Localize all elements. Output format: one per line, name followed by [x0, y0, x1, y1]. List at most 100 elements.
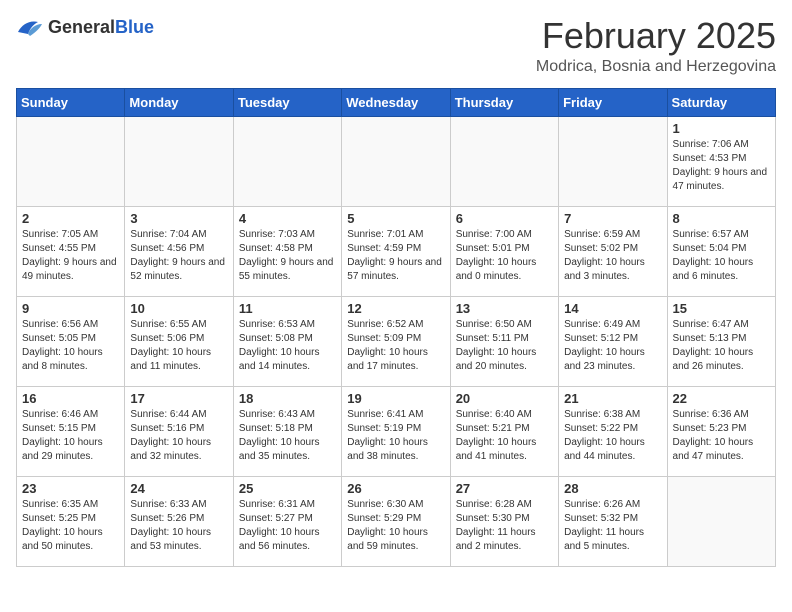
logo-bird-icon: [16, 16, 44, 38]
day-info: Sunrise: 7:06 AM Sunset: 4:53 PM Dayligh…: [673, 138, 770, 194]
day-number: 27: [456, 481, 553, 496]
day-info: Sunrise: 6:31 AM Sunset: 5:27 PM Dayligh…: [239, 498, 336, 554]
logo: GeneralBlue: [16, 16, 154, 38]
calendar-day-cell: [667, 476, 775, 566]
calendar-day-cell: 17Sunrise: 6:44 AM Sunset: 5:16 PM Dayli…: [125, 386, 233, 476]
calendar-day-cell: 10 Sunrise: 6:55 AM Sunset: 5:06 PM Dayli…: [125, 296, 233, 386]
day-number: 8: [673, 211, 770, 226]
day-info: Sunrise: 6:35 AM Sunset: 5:25 PM Dayligh…: [22, 498, 119, 554]
calendar-day-cell: 15 Sunrise: 6:47 AM Sunset: 5:13 PM Dayli…: [667, 296, 775, 386]
day-info: Sunrise: 6:26 AM Sunset: 5:32 PM Dayligh…: [564, 498, 661, 554]
day-number: 18: [239, 391, 336, 406]
calendar-day-cell: 3 Sunrise: 7:04 AM Sunset: 4:56 PM Daylig…: [125, 206, 233, 296]
day-info: Sunrise: 6:28 AM Sunset: 5:30 PM Dayligh…: [456, 498, 553, 554]
day-info: Sunrise: 6:38 AM Sunset: 5:22 PM Dayligh…: [564, 408, 661, 464]
page-header: GeneralBlue February 2025 Modrica, Bosni…: [16, 16, 776, 76]
day-info: Sunrise: 6:43 AM Sunset: 5:18 PM Dayligh…: [239, 408, 336, 464]
day-info: Sunrise: 6:33 AM Sunset: 5:26 PM Dayligh…: [130, 498, 227, 554]
day-info: Sunrise: 6:36 AM Sunset: 5:23 PM Dayligh…: [673, 408, 770, 464]
calendar-day-cell: 1 Sunrise: 7:06 AM Sunset: 4:53 PM Daylig…: [667, 116, 775, 206]
calendar-day-cell: [125, 116, 233, 206]
calendar-day-cell: 9 Sunrise: 6:56 AM Sunset: 5:05 PM Daylig…: [17, 296, 125, 386]
day-number: 23: [22, 481, 119, 496]
day-info: Sunrise: 6:40 AM Sunset: 5:21 PM Dayligh…: [456, 408, 553, 464]
calendar-day-cell: 18 Sunrise: 6:43 AM Sunset: 5:18 PM Dayli…: [233, 386, 341, 476]
day-info: Sunrise: 6:30 AM Sunset: 5:29 PM Dayligh…: [347, 498, 444, 554]
day-info: Sunrise: 6:44 AM Sunset: 5:16 PM Dayligh…: [130, 408, 227, 464]
logo-text: GeneralBlue: [48, 17, 154, 38]
weekday-header-wednesday: Wednesday: [342, 88, 450, 116]
day-info: Sunrise: 7:01 AM Sunset: 4:59 PM Dayligh…: [347, 228, 444, 284]
day-number: 10: [130, 301, 227, 316]
day-number: 12: [347, 301, 444, 316]
calendar-day-cell: 6Sunrise: 7:00 AM Sunset: 5:01 PM Daylig…: [450, 206, 558, 296]
title-block: February 2025 Modrica, Bosnia and Herzeg…: [536, 16, 776, 76]
weekday-header-friday: Friday: [559, 88, 667, 116]
day-number: 16: [22, 391, 119, 406]
calendar-day-cell: 8 Sunrise: 6:57 AM Sunset: 5:04 PM Daylig…: [667, 206, 775, 296]
calendar-day-cell: 27 Sunrise: 6:28 AM Sunset: 5:30 PM Dayli…: [450, 476, 558, 566]
calendar-day-cell: 28 Sunrise: 6:26 AM Sunset: 5:32 PM Dayli…: [559, 476, 667, 566]
calendar-day-cell: 20Sunrise: 6:40 AM Sunset: 5:21 PM Dayli…: [450, 386, 558, 476]
day-number: 26: [347, 481, 444, 496]
calendar-day-cell: [559, 116, 667, 206]
day-info: Sunrise: 6:56 AM Sunset: 5:05 PM Dayligh…: [22, 318, 119, 374]
calendar-week-row: 1 Sunrise: 7:06 AM Sunset: 4:53 PM Daylig…: [17, 116, 776, 206]
day-info: Sunrise: 6:49 AM Sunset: 5:12 PM Dayligh…: [564, 318, 661, 374]
day-info: Sunrise: 6:52 AM Sunset: 5:09 PM Dayligh…: [347, 318, 444, 374]
day-number: 5: [347, 211, 444, 226]
calendar-day-cell: 5 Sunrise: 7:01 AM Sunset: 4:59 PM Daylig…: [342, 206, 450, 296]
calendar-header-row: SundayMondayTuesdayWednesdayThursdayFrid…: [17, 88, 776, 116]
calendar-day-cell: 16 Sunrise: 6:46 AM Sunset: 5:15 PM Dayli…: [17, 386, 125, 476]
day-info: Sunrise: 6:57 AM Sunset: 5:04 PM Dayligh…: [673, 228, 770, 284]
calendar-week-row: 16 Sunrise: 6:46 AM Sunset: 5:15 PM Dayli…: [17, 386, 776, 476]
calendar-day-cell: 14 Sunrise: 6:49 AM Sunset: 5:12 PM Dayli…: [559, 296, 667, 386]
weekday-header-monday: Monday: [125, 88, 233, 116]
calendar-day-cell: 2Sunrise: 7:05 AM Sunset: 4:55 PM Daylig…: [17, 206, 125, 296]
day-number: 24: [130, 481, 227, 496]
calendar-week-row: 9 Sunrise: 6:56 AM Sunset: 5:05 PM Daylig…: [17, 296, 776, 386]
day-info: Sunrise: 6:41 AM Sunset: 5:19 PM Dayligh…: [347, 408, 444, 464]
weekday-header-tuesday: Tuesday: [233, 88, 341, 116]
calendar-day-cell: 25 Sunrise: 6:31 AM Sunset: 5:27 PM Dayli…: [233, 476, 341, 566]
calendar-day-cell: 7Sunrise: 6:59 AM Sunset: 5:02 PM Daylig…: [559, 206, 667, 296]
day-info: Sunrise: 6:55 AM Sunset: 5:06 PM Dayligh…: [130, 318, 227, 374]
day-info: Sunrise: 6:47 AM Sunset: 5:13 PM Dayligh…: [673, 318, 770, 374]
logo-blue: Blue: [115, 17, 154, 37]
day-number: 7: [564, 211, 661, 226]
calendar-day-cell: 24 Sunrise: 6:33 AM Sunset: 5:26 PM Dayli…: [125, 476, 233, 566]
day-info: Sunrise: 7:03 AM Sunset: 4:58 PM Dayligh…: [239, 228, 336, 284]
calendar-day-cell: 11 Sunrise: 6:53 AM Sunset: 5:08 PM Dayli…: [233, 296, 341, 386]
day-info: Sunrise: 7:00 AM Sunset: 5:01 PM Dayligh…: [456, 228, 553, 284]
day-number: 14: [564, 301, 661, 316]
calendar-week-row: 23 Sunrise: 6:35 AM Sunset: 5:25 PM Dayli…: [17, 476, 776, 566]
calendar-day-cell: [450, 116, 558, 206]
calendar-day-cell: 13Sunrise: 6:50 AM Sunset: 5:11 PM Dayli…: [450, 296, 558, 386]
day-number: 2: [22, 211, 119, 226]
calendar-week-row: 2Sunrise: 7:05 AM Sunset: 4:55 PM Daylig…: [17, 206, 776, 296]
calendar-day-cell: 26 Sunrise: 6:30 AM Sunset: 5:29 PM Dayli…: [342, 476, 450, 566]
day-number: 28: [564, 481, 661, 496]
day-info: Sunrise: 6:46 AM Sunset: 5:15 PM Dayligh…: [22, 408, 119, 464]
day-number: 25: [239, 481, 336, 496]
calendar-day-cell: 19Sunrise: 6:41 AM Sunset: 5:19 PM Dayli…: [342, 386, 450, 476]
weekday-header-thursday: Thursday: [450, 88, 558, 116]
weekday-header-saturday: Saturday: [667, 88, 775, 116]
calendar-day-cell: [342, 116, 450, 206]
location-subtitle: Modrica, Bosnia and Herzegovina: [536, 58, 776, 76]
day-number: 9: [22, 301, 119, 316]
logo-general: General: [48, 17, 115, 37]
calendar-day-cell: 23 Sunrise: 6:35 AM Sunset: 5:25 PM Dayli…: [17, 476, 125, 566]
calendar-table: SundayMondayTuesdayWednesdayThursdayFrid…: [16, 88, 776, 567]
day-number: 3: [130, 211, 227, 226]
day-info: Sunrise: 7:04 AM Sunset: 4:56 PM Dayligh…: [130, 228, 227, 284]
day-number: 11: [239, 301, 336, 316]
day-number: 15: [673, 301, 770, 316]
weekday-header-sunday: Sunday: [17, 88, 125, 116]
day-info: Sunrise: 6:50 AM Sunset: 5:11 PM Dayligh…: [456, 318, 553, 374]
day-number: 22: [673, 391, 770, 406]
month-title: February 2025: [536, 16, 776, 56]
day-info: Sunrise: 6:53 AM Sunset: 5:08 PM Dayligh…: [239, 318, 336, 374]
calendar-day-cell: 22 Sunrise: 6:36 AM Sunset: 5:23 PM Dayli…: [667, 386, 775, 476]
day-number: 1: [673, 121, 770, 136]
